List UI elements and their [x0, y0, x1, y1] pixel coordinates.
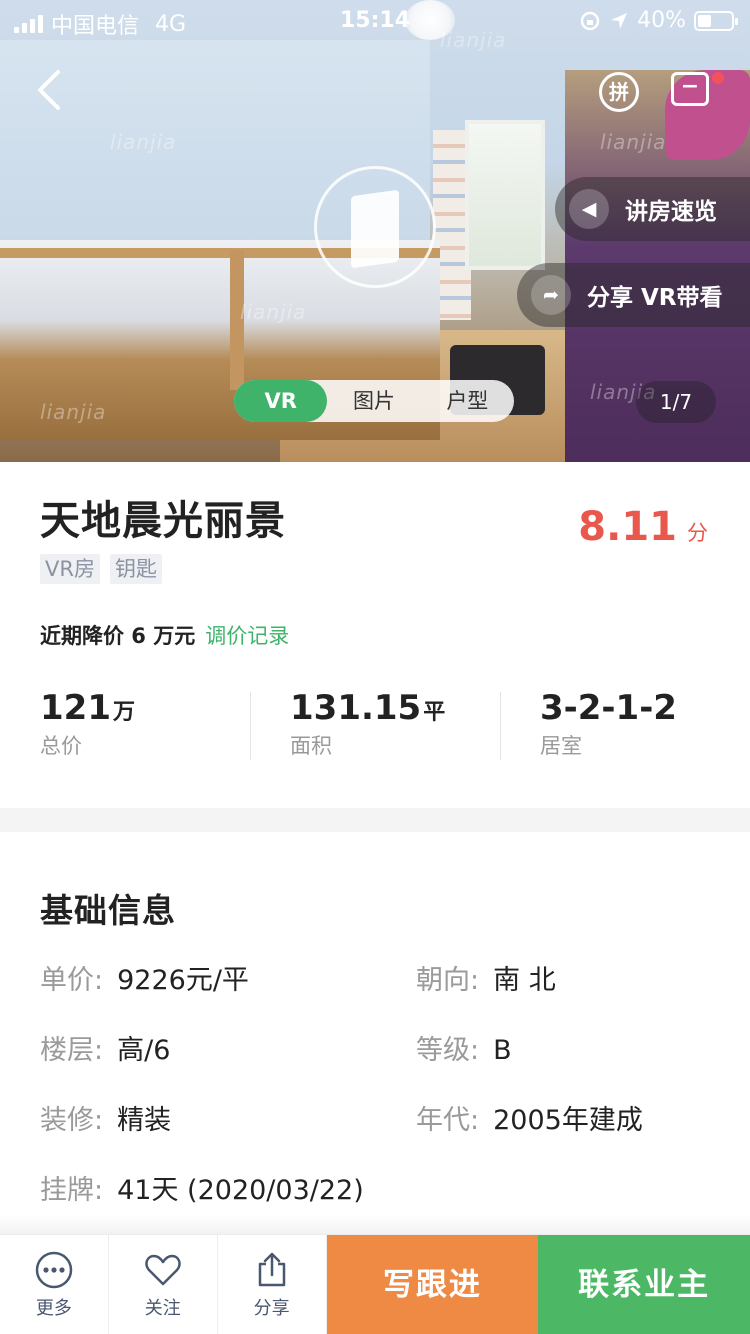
- stat-label: 面积: [290, 734, 332, 758]
- tab-vr[interactable]: VR: [234, 380, 328, 422]
- info-row-listing-date: 挂牌: 41天 (2020/03/22): [40, 1168, 364, 1207]
- listing-score: 8.11 分: [578, 504, 708, 550]
- score-value: 8.11: [578, 504, 677, 550]
- vr-photo-viewer[interactable]: lianjia lianjia lianjia lianjia lianjia …: [0, 0, 750, 462]
- price-history-link[interactable]: 调价记录: [205, 624, 289, 648]
- watermark: lianjia: [600, 130, 667, 154]
- info-row-year: 年代: 2005年建成: [416, 1098, 643, 1137]
- info-value: B: [493, 1035, 512, 1066]
- info-label: 挂牌:: [40, 1175, 104, 1206]
- heart-icon: [145, 1254, 181, 1286]
- pin-icon[interactable]: 拼: [599, 72, 639, 112]
- watermark: lianjia: [110, 130, 177, 154]
- key-stats: 121万 总价 131.15平 面积 3-2-1-2 居室: [0, 688, 750, 768]
- photo-window: [465, 120, 545, 270]
- stat-unit: 平: [423, 700, 446, 725]
- stat-value: 131.15: [290, 688, 422, 728]
- share-icon: [258, 1252, 285, 1287]
- info-row-orientation: 朝向: 南 北: [416, 958, 556, 997]
- info-label: 装修:: [40, 1105, 104, 1136]
- follow-button[interactable]: 关注: [109, 1235, 218, 1334]
- more-button[interactable]: 更多: [0, 1235, 109, 1334]
- price-drop-text: 近期降价 6 万元: [40, 624, 196, 648]
- price-drop-notice: 近期降价 6 万元 调价记录: [40, 620, 289, 650]
- more-dots-icon: [35, 1251, 73, 1289]
- info-value: 高/6: [117, 1035, 171, 1066]
- info-value: 2005年建成: [493, 1105, 643, 1136]
- tag-vr: VR房: [40, 554, 100, 584]
- listing-title: 天地晨光丽景: [40, 498, 286, 544]
- audio-tour-label: 讲房速览: [625, 199, 717, 225]
- tab-photos[interactable]: 图片: [327, 380, 420, 422]
- notification-dot: [712, 72, 724, 84]
- tab-floorplan[interactable]: 户型: [421, 380, 514, 422]
- section-divider: [0, 808, 750, 832]
- stat-value: 121: [40, 688, 111, 728]
- info-row-decoration: 装修: 精装: [40, 1098, 171, 1137]
- info-value: 南 北: [493, 965, 556, 996]
- info-row-unit-price: 单价: 9226元/平: [40, 958, 249, 997]
- info-label: 楼层:: [40, 1035, 104, 1066]
- stat-unit: 万: [112, 700, 135, 725]
- info-value: 9226元/平: [117, 965, 249, 996]
- share-vr-button[interactable]: ➦ 分享 VR带看: [517, 263, 750, 327]
- location-arrow-icon: [611, 12, 628, 29]
- stat-layout: 3-2-1-2 居室: [500, 688, 750, 768]
- info-label: 等级:: [416, 1035, 480, 1066]
- watermark: lianjia: [40, 400, 107, 424]
- follow-label: 关注: [144, 1298, 181, 1319]
- stat-label: 居室: [540, 734, 582, 758]
- listing-tags: VR房 钥匙: [40, 554, 162, 584]
- battery-percent: 40%: [637, 8, 686, 33]
- more-label: 更多: [35, 1298, 72, 1319]
- audio-tour-button[interactable]: ◀︎ 讲房速览: [555, 177, 750, 241]
- message-icon[interactable]: −: [671, 72, 709, 106]
- stat-area: 131.15平 面积: [250, 688, 500, 768]
- info-label: 单价:: [40, 965, 104, 996]
- share-button[interactable]: 分享: [218, 1235, 327, 1334]
- battery-icon: [694, 10, 738, 31]
- vr-icon[interactable]: [314, 166, 436, 288]
- stat-total-price: 121万 总价: [0, 688, 250, 768]
- info-value: 41天 (2020/03/22): [117, 1175, 364, 1206]
- bottom-shadow: [0, 1214, 750, 1234]
- info-row-grade: 等级: B: [416, 1028, 512, 1067]
- tag-key: 钥匙: [109, 554, 162, 584]
- info-row-floor: 楼层: 高/6: [40, 1028, 170, 1067]
- share-arrow-icon: ➦: [531, 275, 571, 315]
- info-value: 精装: [117, 1105, 172, 1136]
- stat-label: 总价: [40, 734, 82, 758]
- back-arrow-icon[interactable]: [34, 68, 74, 118]
- stat-value: 3-2-1-2: [540, 688, 677, 728]
- write-follow-up-button[interactable]: 写跟进: [326, 1235, 539, 1334]
- bottom-action-bar: 更多 关注 分享 写跟进 联系业主: [0, 1234, 750, 1334]
- media-tabs: VR 图片 户型: [234, 380, 514, 422]
- share-vr-label: 分享 VR带看: [587, 285, 723, 311]
- rotation-lock-icon: [580, 11, 600, 30]
- info-label: 朝向:: [416, 965, 480, 996]
- score-unit: 分: [687, 521, 708, 545]
- status-bar: 中国电信 4G 15:14 40%: [0, 0, 750, 40]
- share-label: 分享: [253, 1298, 290, 1319]
- image-counter: 1/7: [636, 381, 716, 423]
- speaker-icon: ◀︎: [569, 189, 609, 229]
- info-label: 年代:: [416, 1105, 480, 1136]
- basic-info-title: 基础信息: [40, 891, 176, 930]
- watermark: lianjia: [240, 300, 307, 324]
- contact-owner-button[interactable]: 联系业主: [538, 1235, 750, 1334]
